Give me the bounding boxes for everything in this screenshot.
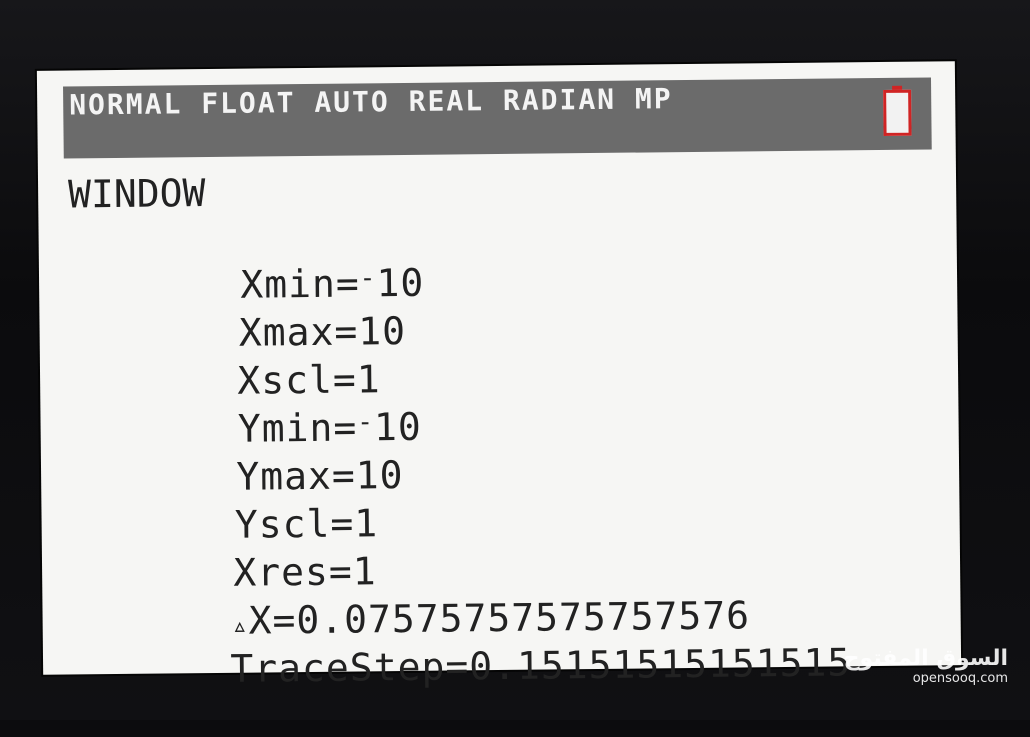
battery-icon [883, 89, 912, 136]
calculator-screen: NORMAL FLOAT AUTO REAL RADIAN MP WINDOW … [36, 61, 962, 691]
watermark-latin: opensooq.com [912, 671, 1008, 686]
screen-title: WINDOW [67, 171, 206, 217]
watermark-logo: السوق المفتوح opensooq.com [844, 646, 1008, 686]
setting-tracestep[interactable]: TraceStep=0.15151515151515 [86, 596, 851, 736]
setting-label: TraceStep= [230, 644, 470, 691]
setting-value: 0.15151515151515 [468, 640, 852, 689]
watermark-arabic: السوق المفتوح [843, 646, 1008, 671]
status-bar: NORMAL FLOAT AUTO REAL RADIAN MP [63, 77, 932, 159]
mode-status-text: NORMAL FLOAT AUTO REAL RADIAN MP [69, 82, 673, 122]
